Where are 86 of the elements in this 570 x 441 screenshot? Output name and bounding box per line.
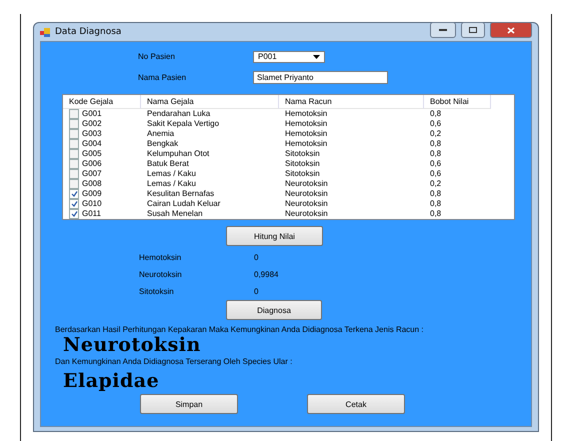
name-field[interactable]: Slamet Priyanto [253, 71, 388, 84]
checkbox[interactable] [69, 109, 79, 119]
table-cell-text: Sitotoksin [284, 169, 321, 179]
table-cell-text: 0,8 [429, 149, 442, 159]
table-cell-text: 0,8 [429, 189, 442, 199]
field-label: No Pasien [138, 52, 176, 61]
table-cell-text: 0,8 [429, 199, 442, 209]
species-sentence: Dan Kemungkinan Anda Didiagnosa Terserang Oleh Species Ular : [54, 357, 294, 366]
minimize-icon [439, 28, 447, 32]
table-cell-text: Sitotoksin [284, 149, 321, 159]
table-cell: G002 [82, 119, 102, 129]
checkbox[interactable] [69, 139, 79, 149]
result-label: Hemotoksin [139, 253, 182, 262]
dropdown-arrow-icon [313, 54, 320, 58]
table-cell: G003 [82, 129, 102, 139]
checkbox[interactable] [69, 179, 79, 189]
compute-button[interactable]: Hitung Nilai [226, 226, 323, 246]
table-cell: G009 [82, 189, 102, 199]
column-header[interactable]: Nama Racun [279, 95, 424, 109]
table-cell-text: 0,2 [429, 129, 442, 139]
diagnosis-sentence: Berdasarkan Hasil Perhitungan Kepakaran Maka Kemungkinan Anda Didiagnosa Terkena Jenis Racun : [54, 325, 425, 334]
checkbox[interactable] [69, 169, 79, 179]
table-cell-text: 0,6 [429, 169, 442, 179]
result-value: 0 [254, 253, 258, 262]
table-cell-text: Neurotoksin [284, 179, 329, 189]
window-title: Data Diagnosa [55, 27, 122, 37]
checkbox[interactable] [69, 119, 79, 129]
table-cell: G007 [82, 169, 102, 179]
checkbox[interactable] [69, 129, 79, 139]
close-icon [507, 26, 515, 34]
result-label: Sitotoksin [139, 287, 175, 296]
table-cell-text: Bengkak [146, 139, 180, 149]
table-cell: G001 [82, 109, 102, 119]
result-value: 0 [254, 287, 258, 296]
checkbox[interactable] [69, 159, 79, 169]
checkbox[interactable] [69, 199, 79, 209]
maximize-icon [469, 27, 477, 33]
table-cell-text: Hemotoksin [284, 109, 328, 119]
checkbox[interactable] [69, 209, 79, 219]
table-cell-text: 0,6 [429, 119, 442, 129]
table-cell-text: Susah Menelan [146, 209, 204, 219]
table-cell-text: Pendarahan Luka [146, 109, 212, 119]
checkbox[interactable] [69, 189, 79, 199]
table-cell-text: Neurotoksin [284, 209, 329, 219]
action-button[interactable]: Simpan [140, 394, 238, 414]
table-cell-text: Cairan Ludah Keluar [146, 199, 222, 209]
table-cell-text: 0,8 [429, 109, 442, 119]
table-cell: G006 [82, 159, 102, 169]
table-cell-text: Lemas / Kaku [146, 179, 197, 189]
table-cell: G011 [82, 209, 101, 219]
table-cell: G005 [82, 149, 102, 159]
table-cell-text: Anemia [146, 129, 176, 139]
table-cell-text: Lemas / Kaku [146, 169, 197, 179]
poison-result: Neurotoksin [62, 334, 202, 356]
table-cell-text: Sakit Kepala Vertigo [146, 119, 220, 129]
table-cell-text: 0,6 [429, 159, 442, 169]
table-cell-text: Neurotoksin [284, 199, 329, 209]
close-button[interactable] [490, 22, 532, 38]
patient-dropdown[interactable]: P001 [253, 50, 325, 62]
table-cell: G004 [82, 139, 102, 149]
maximize-button[interactable] [461, 22, 485, 38]
table-cell: G008 [82, 179, 102, 189]
table-cell-text: 0,8 [429, 139, 442, 149]
column-header[interactable]: Nama Gejala [141, 95, 279, 109]
column-header[interactable]: Kode Gejala [63, 95, 141, 109]
table-cell-text: Neurotoksin [284, 189, 329, 199]
field-label: Nama Pasien [138, 73, 188, 82]
table-cell-text: Hemotoksin [284, 139, 328, 149]
species-result: Elapidae [62, 370, 160, 392]
table-cell-text: Sitotoksin [284, 159, 321, 169]
minimize-button[interactable] [430, 22, 456, 38]
action-button[interactable]: Cetak [307, 394, 405, 414]
result-value: 0,9984 [254, 270, 278, 279]
table-cell-text: 0,2 [429, 179, 442, 189]
table-cell-text: 0,8 [429, 209, 442, 219]
diagnose-button[interactable]: Diagnosa [226, 300, 322, 320]
column-header[interactable]: Bobot Nilai [424, 95, 491, 109]
table-cell-text: Batuk Berat [146, 159, 190, 169]
checkbox[interactable] [69, 149, 79, 159]
table-cell-text: Kesulitan Bernafas [146, 189, 216, 199]
table-cell: G010 [82, 199, 102, 209]
table-cell-text: Kelumpuhan Otot [146, 149, 210, 159]
result-label: Neurotoksin [139, 270, 183, 279]
table-cell-text: Hemotoksin [284, 119, 328, 129]
table-cell-text: Hemotoksin [284, 129, 328, 139]
app-icon [40, 28, 50, 36]
